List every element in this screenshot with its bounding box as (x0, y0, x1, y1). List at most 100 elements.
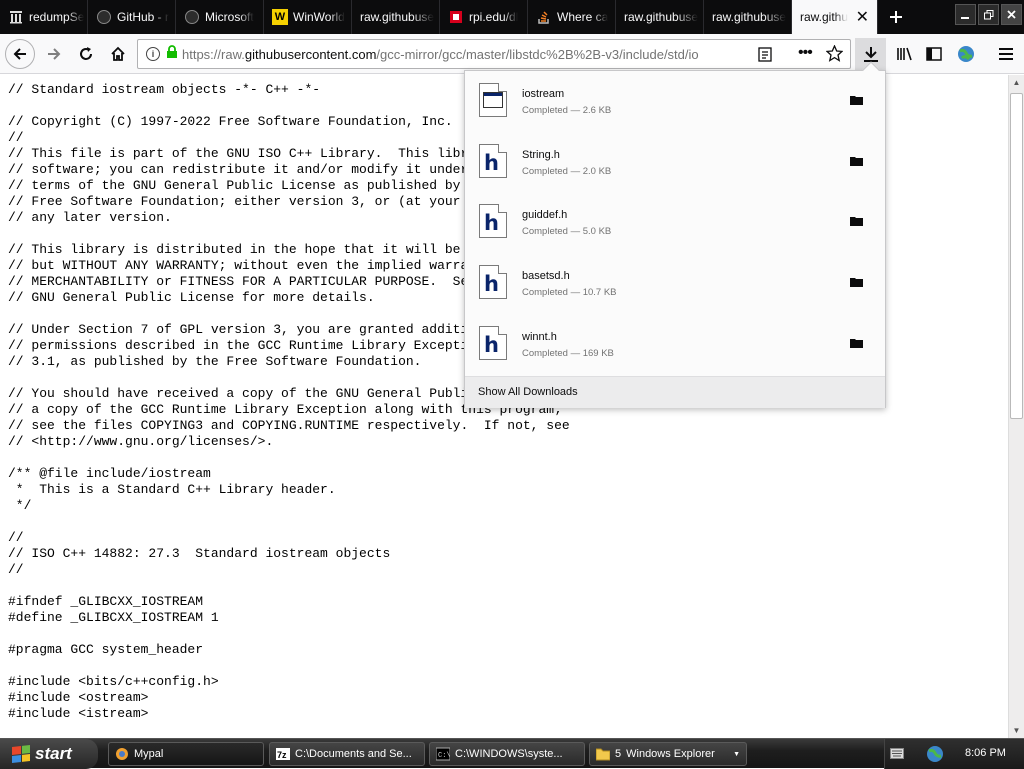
scroll-down-arrow-icon[interactable]: ▼ (1009, 723, 1024, 738)
code-line: #define _GLIBCXX_IOSTREAM 1 (8, 610, 219, 625)
7zip-icon: 7z (276, 748, 290, 760)
task-label: C:\WINDOWS\syste... (455, 748, 563, 760)
open-folder-icon[interactable] (850, 95, 863, 105)
download-status: Completed — 5.0 KB (522, 226, 612, 237)
library-icon (896, 47, 912, 61)
keyboard-icon[interactable] (890, 748, 904, 762)
lock-icon (166, 44, 178, 64)
library-button[interactable] (888, 38, 920, 70)
download-item[interactable]: h guiddef.h Completed — 5.0 KB (465, 192, 885, 253)
close-window-button[interactable] (1001, 4, 1022, 25)
taskbar-group-explorer[interactable]: 5 Windows Explorer ▼ (589, 742, 747, 766)
taskbar-item-cmd[interactable]: C:\ C:\WINDOWS\syste... (429, 742, 585, 766)
window-controls (955, 4, 1022, 25)
download-item[interactable]: h winnt.h Completed — 169 KB (465, 314, 885, 375)
code-line: #pragma GCC system_header (8, 642, 204, 657)
code-line: #include <istream> (8, 706, 149, 721)
tab-7[interactable]: raw.githubuse (616, 0, 704, 34)
extension-button[interactable] (950, 38, 982, 70)
tab-strip: redumpSe GitHub - r Microsoft W WinWorld… (0, 0, 1024, 34)
tab-title: redumpSe (29, 10, 85, 24)
tab-0[interactable]: redumpSe (0, 0, 88, 34)
show-all-downloads-button[interactable]: Show All Downloads (465, 376, 885, 408)
system-tray: 8:06 PM (884, 739, 1024, 769)
sidebar-button[interactable] (918, 38, 950, 70)
code-line: /** @file include/iostream (8, 466, 211, 481)
close-tab-icon[interactable]: ✕ (856, 7, 869, 27)
download-item[interactable]: iostream Completed — 2.6 KB (465, 71, 885, 132)
windows-logo-icon (12, 745, 30, 763)
back-button[interactable] (5, 38, 35, 69)
minimize-button[interactable] (955, 4, 976, 25)
url-bar[interactable]: i https://raw.githubusercontent.com/gcc-… (137, 39, 851, 69)
tab-1[interactable]: GitHub - r (88, 0, 176, 34)
url-path: /gcc-mirror/gcc/master/libstdc%2B%2B-v3/… (376, 46, 699, 62)
stackoverflow-icon (536, 9, 552, 25)
hamburger-menu-icon (999, 48, 1013, 60)
download-status: Completed — 2.6 KB (522, 105, 612, 116)
tab-4[interactable]: raw.githubuse (352, 0, 440, 34)
bookmark-star-icon[interactable] (825, 44, 844, 67)
h-file-icon: h (479, 326, 507, 360)
network-globe-icon[interactable] (925, 745, 945, 766)
new-tab-button[interactable] (878, 0, 914, 34)
open-folder-icon[interactable] (850, 338, 863, 348)
dropdown-arrow-icon: ▼ (733, 750, 740, 758)
task-label: C:\Documents and Se... (295, 748, 412, 760)
code-line: // (8, 562, 24, 577)
tab-title: rpi.edu/dl (469, 10, 519, 24)
url-text[interactable]: https://raw.githubusercontent.com/gcc-mi… (182, 47, 712, 62)
reader-view-icon[interactable] (758, 47, 772, 67)
code-line: // ISO C++ 14882: 27.3 Standard iostream… (8, 546, 391, 561)
tab-5[interactable]: rpi.edu/dl (440, 0, 528, 34)
folder-icon (596, 748, 610, 761)
open-folder-icon[interactable] (850, 216, 863, 226)
github-icon (184, 9, 200, 25)
h-file-icon: h (479, 144, 507, 178)
ie-document-icon (479, 83, 507, 117)
tab-3[interactable]: W WinWorld (264, 0, 352, 34)
globe-extension-icon (958, 46, 974, 62)
taskbar-item-mypal[interactable]: Mypal (108, 742, 264, 766)
menu-button[interactable] (990, 38, 1022, 70)
open-folder-icon[interactable] (850, 277, 863, 287)
start-button[interactable]: start (0, 739, 98, 769)
taskbar-item-7zip[interactable]: 7z C:\Documents and Se... (269, 742, 425, 766)
code-line: */ (8, 498, 32, 513)
url-host: githubusercontent.com (244, 46, 377, 62)
sidebar-icon (926, 47, 942, 61)
home-button[interactable] (102, 38, 134, 70)
tab-title: GitHub - r (117, 10, 170, 24)
reload-button[interactable] (70, 38, 102, 70)
tab-9-active[interactable]: raw.githu ✕ (792, 0, 878, 34)
svg-text:7z: 7z (277, 750, 287, 760)
task-label: Mypal (134, 748, 164, 760)
tab-8[interactable]: raw.githubuse (704, 0, 792, 34)
download-item[interactable]: h basetsd.h Completed — 10.7 KB (465, 253, 885, 314)
tab-6[interactable]: Where ca (528, 0, 616, 34)
download-status: Completed — 169 KB (522, 348, 614, 359)
download-name: basetsd.h (522, 270, 570, 282)
tab-title: raw.githubuse (624, 10, 699, 24)
forward-button[interactable] (38, 38, 70, 70)
vertical-scrollbar[interactable]: ▲ ▼ (1008, 75, 1024, 738)
forward-arrow-icon (48, 47, 61, 60)
reload-icon (80, 46, 92, 60)
home-icon (111, 46, 125, 61)
page-actions-icon[interactable]: ••• (798, 44, 813, 62)
scroll-up-arrow-icon[interactable]: ▲ (1009, 75, 1024, 90)
tab-2[interactable]: Microsoft (176, 0, 264, 34)
restore-button[interactable] (978, 4, 999, 25)
download-name: winnt.h (522, 331, 557, 343)
scrollbar-thumb[interactable] (1010, 93, 1023, 419)
clock[interactable]: 8:06 PM (965, 747, 1006, 759)
task-label: Windows Explorer (626, 748, 715, 760)
download-item[interactable]: h String.h Completed — 2.0 KB (465, 132, 885, 193)
open-folder-icon[interactable] (850, 156, 863, 166)
winworld-icon: W (272, 9, 288, 25)
tab-title: WinWorld (293, 10, 345, 24)
info-icon[interactable]: i (146, 47, 160, 61)
